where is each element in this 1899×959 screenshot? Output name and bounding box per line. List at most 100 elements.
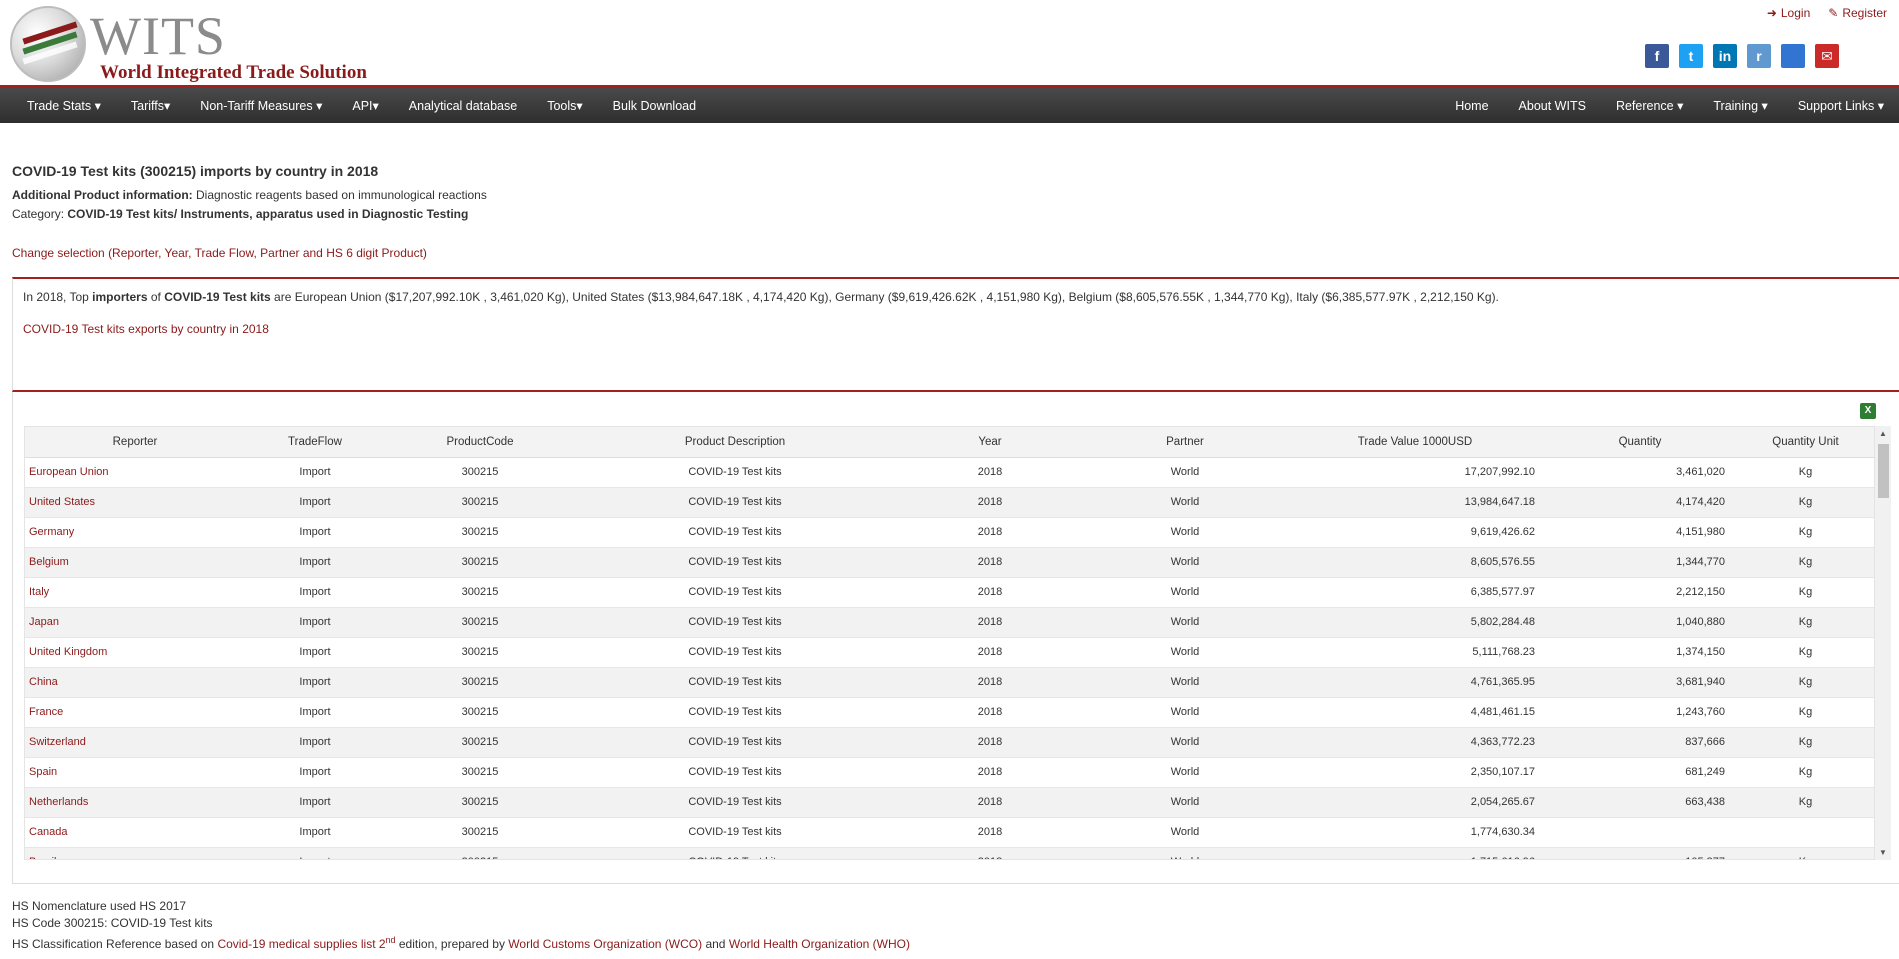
cell-quantity: 663,438 (1545, 787, 1735, 818)
cell-productcode: 300215 (385, 817, 575, 848)
additional-info: Additional Product information: Diagnost… (12, 188, 1887, 202)
nav-item-tariffs[interactable]: Tariffs▾ (116, 98, 185, 113)
reporter-link[interactable]: Switzerland (29, 736, 86, 748)
table-row: Italy Import 300215 COVID-19 Test kits 2018 W… (25, 577, 1874, 608)
reporter-link[interactable]: Netherlands (29, 796, 88, 808)
exports-link[interactable]: COVID-19 Test kits exports by country in… (23, 322, 1889, 336)
cell-year: 2018 (895, 787, 1085, 818)
cell-tradeflow: Import (245, 697, 385, 728)
cell-quantity-unit: Kg (1735, 547, 1874, 578)
cell-tradeflow: Import (245, 787, 385, 818)
scroll-up-icon[interactable]: ▲ (1879, 429, 1887, 438)
column-header-quantity[interactable]: Quantity (1545, 427, 1735, 458)
nav-item-tools[interactable]: Tools▾ (532, 98, 597, 113)
wco-link[interactable]: World Customs Organization (WCO) (508, 937, 702, 951)
reporter-link[interactable]: France (29, 706, 63, 718)
who-link[interactable]: World Health Organization (WHO) (729, 937, 910, 951)
data-grid[interactable]: Reporter TradeFlow ProductCode Product Desc… (24, 426, 1875, 860)
cell-year: 2018 (895, 847, 1085, 859)
cell-quantity: 2,212,150 (1545, 577, 1735, 608)
cell-reporter: Italy (25, 577, 245, 608)
reporter-link[interactable]: United Kingdom (29, 646, 107, 658)
reporter-link[interactable]: Italy (29, 586, 49, 598)
cell-tradeflow: Import (245, 457, 385, 488)
trade-table: Reporter TradeFlow ProductCode Product Desc… (25, 427, 1874, 859)
column-header-year[interactable]: Year (895, 427, 1085, 458)
reporter-link[interactable]: Germany (29, 526, 74, 538)
nav-item-training[interactable]: Training ▾ (1698, 98, 1782, 113)
column-header-productcode[interactable]: ProductCode (385, 427, 575, 458)
cell-quantity: 3,681,940 (1545, 667, 1735, 698)
nav-item-bulk-download[interactable]: Bulk Download (598, 99, 711, 113)
nav-item-trade-stats[interactable]: Trade Stats ▾ (0, 98, 116, 113)
login-link[interactable]: ➜ Login (1767, 6, 1810, 20)
covid-list-link[interactable]: Covid-19 medical supplies list 2nd (217, 935, 395, 951)
cell-tradeflow: Import (245, 577, 385, 608)
cell-reporter: Switzerland (25, 727, 245, 758)
column-header-reporter[interactable]: Reporter (25, 427, 245, 458)
cell-productcode: 300215 (385, 787, 575, 818)
reporter-link[interactable]: European Union (29, 466, 109, 478)
wits-logo[interactable]: WITS World Integrated Trade Solution (10, 4, 370, 84)
reporter-link[interactable]: China (29, 676, 58, 688)
register-label: Register (1842, 6, 1887, 20)
site-header: WITS World Integrated Trade Solution ➜ Lo… (0, 0, 1899, 85)
cell-trade-value-1000usd: 13,984,647.18 (1285, 487, 1545, 518)
nav-item-api[interactable]: API▾ (337, 98, 393, 113)
nav-item-about-wits[interactable]: About WITS (1504, 99, 1601, 113)
scroll-down-icon[interactable]: ▼ (1879, 848, 1887, 857)
reporter-link[interactable]: Spain (29, 766, 57, 778)
cell-partner: World (1085, 457, 1285, 488)
reporter-link[interactable]: Brazil (29, 856, 57, 859)
cell-productcode: 300215 (385, 457, 575, 488)
cell-trade-value-1000usd: 9,619,426.62 (1285, 517, 1545, 548)
linkedin-icon[interactable]: in (1713, 44, 1737, 68)
facebook-icon[interactable]: f (1645, 44, 1669, 68)
column-header-product-description[interactable]: Product Description (575, 427, 895, 458)
change-selection-link[interactable]: Change selection (Reporter, Year, Trade … (12, 246, 1887, 260)
reporter-link[interactable]: Japan (29, 616, 59, 628)
covid-list-link-text: Covid-19 medical supplies list 2 (217, 937, 386, 951)
nav-item-support-links[interactable]: Support Links ▾ (1783, 98, 1899, 113)
category-info: Category: COVID-19 Test kits/ Instrument… (12, 207, 1887, 221)
register-link[interactable]: ✎ Register (1828, 6, 1887, 20)
nav-item-home[interactable]: Home (1440, 99, 1503, 113)
cell-product-description: COVID-19 Test kits (575, 757, 895, 788)
cell-product-description: COVID-19 Test kits (575, 487, 895, 518)
column-header-quantity-unit[interactable]: Quantity Unit (1735, 427, 1874, 458)
cell-quantity-unit: Kg (1735, 577, 1874, 608)
cell-partner: World (1085, 817, 1285, 848)
cell-quantity-unit: Kg (1735, 517, 1874, 548)
login-label: Login (1780, 6, 1811, 20)
cell-partner: World (1085, 727, 1285, 758)
reddit-icon[interactable]: r (1747, 44, 1771, 68)
email-icon[interactable]: ✉ (1815, 44, 1839, 68)
delicious-icon[interactable] (1781, 44, 1805, 68)
reporter-link[interactable]: Canada (29, 826, 68, 838)
cell-partner: World (1085, 547, 1285, 578)
nav-item-reference[interactable]: Reference ▾ (1601, 98, 1698, 113)
twitter-icon[interactable]: t (1679, 44, 1703, 68)
table-row: Spain Import 300215 COVID-19 Test kits 2018 W… (25, 757, 1874, 788)
nav-item-non-tariff-measures[interactable]: Non-Tariff Measures ▾ (185, 98, 337, 113)
cell-partner: World (1085, 577, 1285, 608)
cell-quantity-unit: Kg (1735, 697, 1874, 728)
grid-scrollbar[interactable]: ▲ ▼ (1875, 426, 1891, 860)
table-row: Belgium Import 300215 COVID-19 Test kits 201… (25, 547, 1874, 578)
footer-prefix: HS Classification Reference based on (12, 937, 218, 951)
social-share-bar: f t in r ✉ (1645, 44, 1839, 68)
nav-item-analytical-database[interactable]: Analytical database (394, 99, 532, 113)
cell-product-description: COVID-19 Test kits (575, 637, 895, 668)
reporter-link[interactable]: Belgium (29, 556, 69, 568)
scroll-thumb[interactable] (1878, 444, 1889, 498)
cell-trade-value-1000usd: 6,385,577.97 (1285, 577, 1545, 608)
cell-product-description: COVID-19 Test kits (575, 787, 895, 818)
reporter-link[interactable]: United States (29, 496, 95, 508)
cell-partner: World (1085, 757, 1285, 788)
column-header-tradeflow[interactable]: TradeFlow (245, 427, 385, 458)
footer-classification: HS Classification Reference based on Cov… (12, 932, 910, 953)
cell-tradeflow: Import (245, 817, 385, 848)
column-header-partner[interactable]: Partner (1085, 427, 1285, 458)
nav-right: Home About WITS Reference ▾ Training ▾ Suppo… (1440, 88, 1899, 123)
column-header-trade-value-1000usd[interactable]: Trade Value 1000USD (1285, 427, 1545, 458)
